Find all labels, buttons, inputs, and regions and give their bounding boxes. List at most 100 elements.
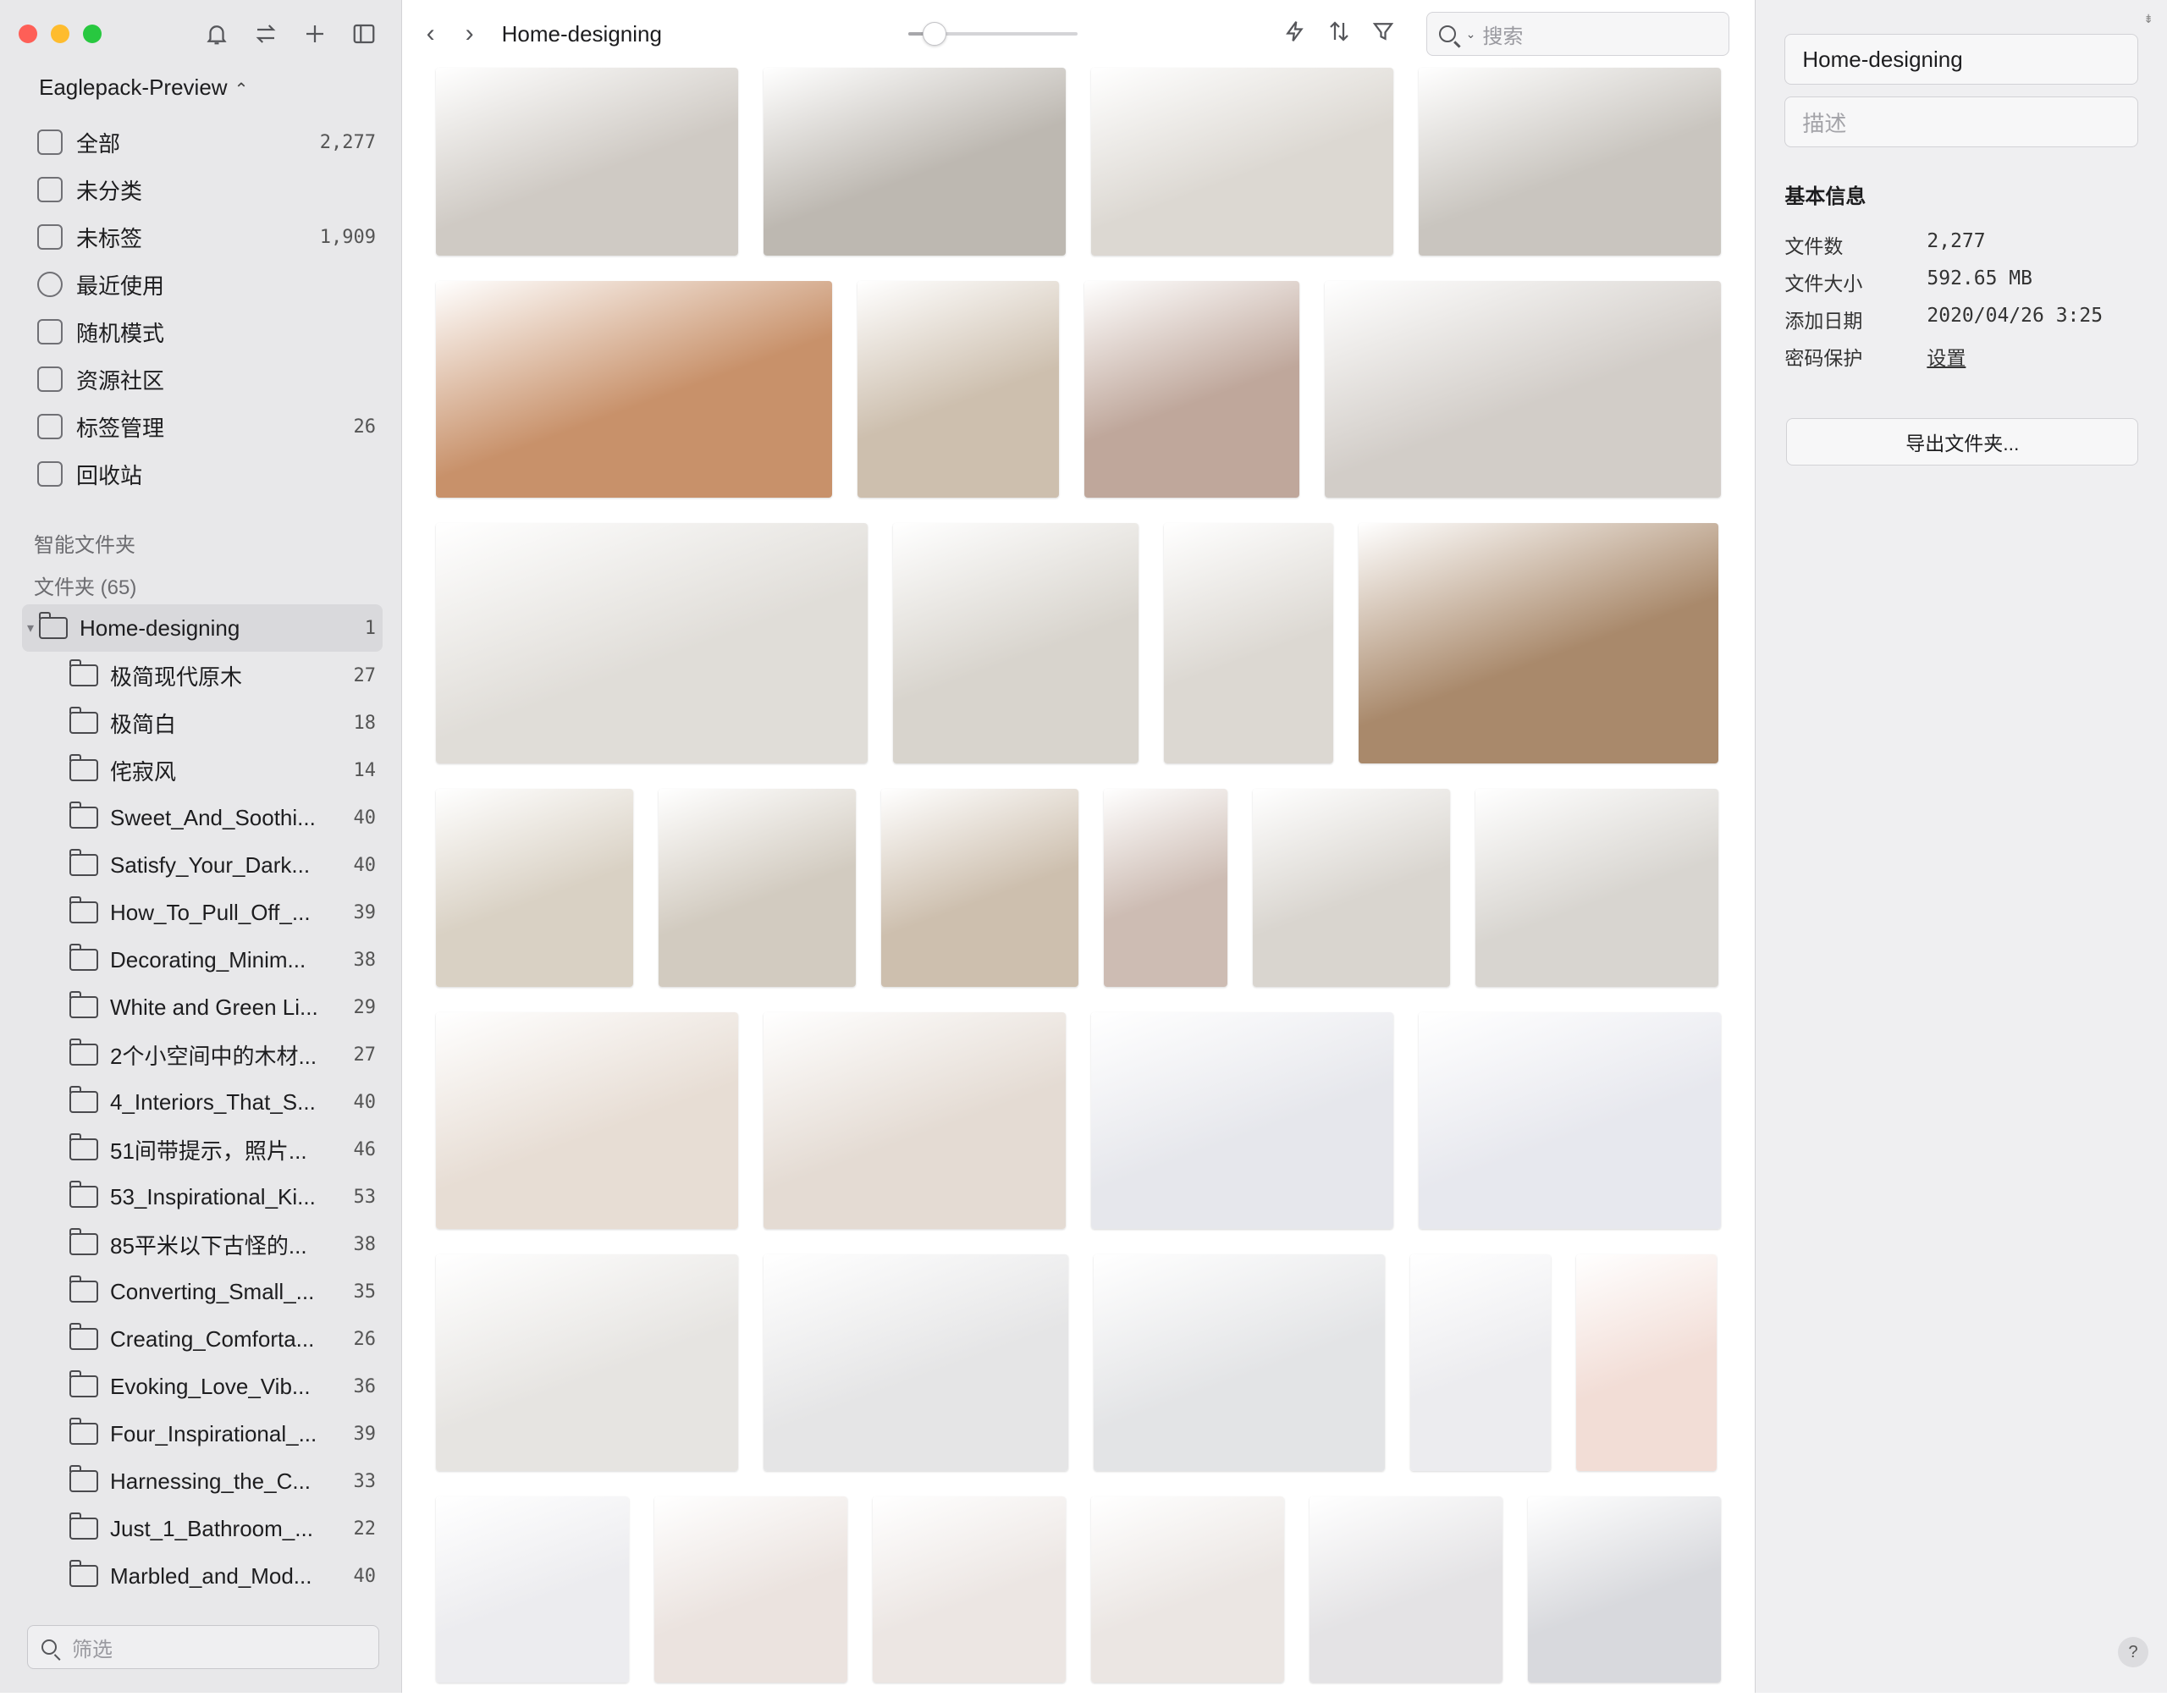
image-thumbnail[interactable] xyxy=(1252,789,1450,987)
folder-count: 27 xyxy=(353,664,377,686)
bell-icon[interactable] xyxy=(203,20,230,47)
folder-label: Marbled_and_Mod... xyxy=(110,1562,312,1589)
filter-input[interactable]: 筛选 xyxy=(27,1625,379,1669)
folder-row[interactable]: 53_Inspirational_Ki... 53 xyxy=(22,1173,383,1220)
image-thumbnail[interactable] xyxy=(435,68,738,256)
image-thumbnail[interactable] xyxy=(1103,789,1227,987)
image-thumbnail[interactable] xyxy=(435,1254,738,1471)
image-thumbnail[interactable] xyxy=(1093,1254,1385,1471)
image-thumbnail[interactable] xyxy=(435,281,832,498)
back-chevron-icon[interactable]: ‹ xyxy=(417,19,444,48)
pin-icon[interactable]: ⇟ xyxy=(2143,12,2153,26)
nav-item-label: 随机模式 xyxy=(76,320,165,346)
folder-row[interactable]: How_To_Pull_Off_... 39 xyxy=(22,889,383,936)
password-set-link[interactable]: 设置 xyxy=(1927,342,1966,371)
folder-count: 40 xyxy=(353,1091,377,1113)
image-thumbnail[interactable] xyxy=(1084,281,1299,498)
description-field[interactable]: 描述 xyxy=(1784,96,2139,147)
sort-arrows-icon[interactable] xyxy=(252,20,279,47)
folder-icon xyxy=(69,1370,98,1397)
image-thumbnail[interactable] xyxy=(892,523,1139,763)
folder-row[interactable]: Decorating_Minim... 38 xyxy=(22,936,383,983)
folder-label: 85平米以下古怪的... xyxy=(110,1232,307,1259)
folder-row[interactable]: Sweet_And_Soothi... 40 xyxy=(22,794,383,841)
slider-knob[interactable] xyxy=(922,22,946,46)
trash-icon xyxy=(37,461,63,487)
image-thumbnail[interactable] xyxy=(653,1496,847,1683)
image-thumbnail[interactable] xyxy=(658,789,856,987)
image-thumbnail[interactable] xyxy=(1163,523,1333,763)
folder-row[interactable]: Marbled_and_Mod... 40 xyxy=(22,1552,383,1600)
sort-icon[interactable] xyxy=(1326,19,1352,50)
folder-row[interactable]: Just_1_Bathroom_... 22 xyxy=(22,1505,383,1552)
filter-funnel-icon[interactable] xyxy=(1370,19,1396,50)
nav-item[interactable]: 未分类 xyxy=(22,166,383,213)
zoom-window-button[interactable] xyxy=(83,25,102,43)
image-thumbnail[interactable] xyxy=(1324,281,1721,498)
image-thumbnail[interactable] xyxy=(435,1012,738,1229)
folder-row[interactable]: 侘寂风 14 xyxy=(22,747,383,794)
folder-row[interactable]: 51间带提示，照片... 46 xyxy=(22,1126,383,1173)
nav-item[interactable]: 未标签 1,909 xyxy=(22,213,383,261)
nav-item[interactable]: 回收站 xyxy=(22,450,383,498)
image-thumbnail[interactable] xyxy=(435,523,868,763)
folder-label: Satisfy_Your_Dark... xyxy=(110,851,311,878)
lightning-icon[interactable] xyxy=(1282,19,1308,50)
image-thumbnail[interactable] xyxy=(1409,1254,1551,1471)
all-items-icon xyxy=(37,129,63,155)
sidebar-toggle-icon[interactable] xyxy=(350,20,378,47)
folder-row[interactable]: 极简现代原木 27 xyxy=(22,652,383,699)
library-switcher[interactable]: Eaglepack-Preview ⌃ xyxy=(39,74,248,101)
minimize-window-button[interactable] xyxy=(51,25,69,43)
image-thumbnail[interactable] xyxy=(435,1496,629,1683)
close-window-button[interactable] xyxy=(19,25,37,43)
folder-row[interactable]: Satisfy_Your_Dark... 40 xyxy=(22,841,383,889)
image-thumbnail[interactable] xyxy=(1527,1496,1721,1683)
image-thumbnail[interactable] xyxy=(872,1496,1066,1683)
image-thumbnail[interactable] xyxy=(1418,1012,1721,1229)
folder-count: 39 xyxy=(353,1423,377,1445)
folder-row[interactable]: 4_Interiors_That_S... 40 xyxy=(22,1078,383,1126)
smart-folders-heading[interactable]: 智能文件夹 xyxy=(34,528,135,558)
nav-item[interactable]: 资源社区 xyxy=(22,355,383,403)
nav-item[interactable]: 最近使用 xyxy=(22,261,383,308)
folder-row[interactable]: Creating_Comforta... 26 xyxy=(22,1315,383,1363)
folder-name-field[interactable]: Home-designing xyxy=(1784,34,2139,85)
nav-item[interactable]: 标签管理 26 xyxy=(22,403,383,450)
info-row: 密码保护 设置 xyxy=(1784,342,2140,371)
plus-icon[interactable] xyxy=(301,20,328,47)
image-thumbnail[interactable] xyxy=(857,281,1059,498)
image-thumbnail[interactable] xyxy=(880,789,1078,987)
folder-row[interactable]: Four_Inspirational_... 39 xyxy=(22,1410,383,1457)
image-thumbnail[interactable] xyxy=(1090,1012,1393,1229)
thumbnail-size-slider[interactable] xyxy=(907,22,1078,46)
image-thumbnail[interactable] xyxy=(1418,68,1721,256)
chevron-down-icon[interactable]: ⌄ xyxy=(1466,27,1476,41)
forward-chevron-icon[interactable]: › xyxy=(456,19,483,48)
export-folder-button[interactable]: 导出文件夹... xyxy=(1786,418,2139,466)
disclosure-triangle-icon[interactable]: ▾ xyxy=(22,620,39,636)
nav-item[interactable]: 全部 2,277 xyxy=(22,118,383,166)
folder-row[interactable]: Converting_Small_... 35 xyxy=(22,1268,383,1315)
image-thumbnail[interactable] xyxy=(435,789,633,987)
image-thumbnail[interactable] xyxy=(1358,523,1718,763)
folder-row[interactable]: Evoking_Love_Vib... 36 xyxy=(22,1363,383,1410)
image-thumbnail[interactable] xyxy=(1090,68,1393,256)
image-thumbnail[interactable] xyxy=(763,1012,1066,1229)
folder-row[interactable]: Harnessing_the_C... 33 xyxy=(22,1457,383,1505)
image-thumbnail[interactable] xyxy=(1309,1496,1503,1683)
folder-row-home-designing[interactable]: ▾ Home-designing 1 xyxy=(22,604,383,652)
image-thumbnail[interactable] xyxy=(1475,789,1718,987)
folder-row[interactable]: 2个小空间中的木材... 27 xyxy=(22,1031,383,1078)
search-input[interactable]: ⌄ 搜索 xyxy=(1425,12,1729,56)
folders-heading[interactable]: 文件夹 (65) xyxy=(34,570,136,600)
folder-row[interactable]: White and Green Li... 29 xyxy=(22,983,383,1031)
folder-row[interactable]: 极简白 18 xyxy=(22,699,383,747)
image-thumbnail[interactable] xyxy=(1090,1496,1284,1683)
nav-item[interactable]: 随机模式 xyxy=(22,308,383,355)
folder-row[interactable]: 85平米以下古怪的... 38 xyxy=(22,1220,383,1268)
image-thumbnail[interactable] xyxy=(763,68,1066,256)
help-button[interactable]: ? xyxy=(2118,1637,2148,1667)
image-thumbnail[interactable] xyxy=(1575,1254,1717,1471)
image-thumbnail[interactable] xyxy=(763,1254,1068,1471)
